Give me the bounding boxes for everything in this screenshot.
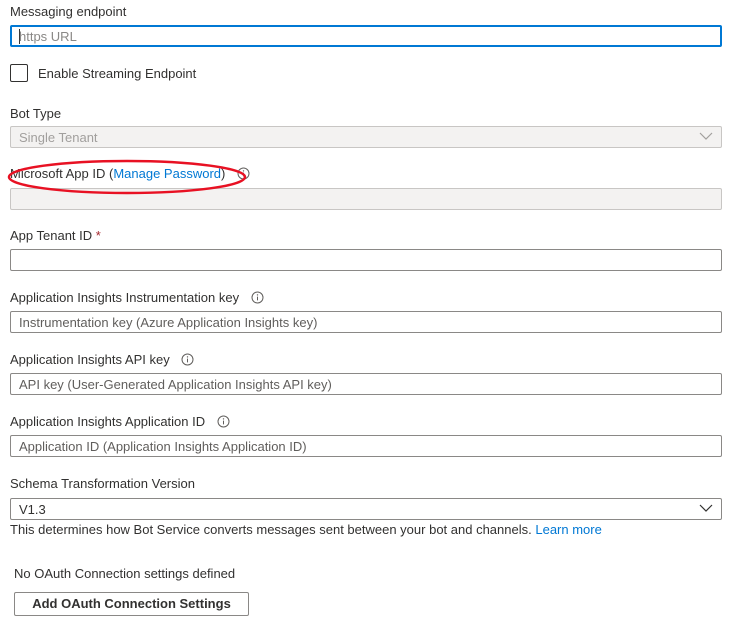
app-id-label-row: Microsoft App ID (Manage Password): [10, 166, 250, 181]
bot-type-dropdown[interactable]: Single Tenant: [10, 126, 722, 148]
tenant-id-input[interactable]: [10, 249, 722, 271]
tenant-id-label: App Tenant ID: [10, 228, 93, 243]
app-id-input[interactable]: [10, 188, 722, 210]
schema-value: V1.3: [19, 502, 46, 517]
insights-app-id-label: Application Insights Application ID: [10, 414, 206, 429]
insights-app-id-input[interactable]: Application ID (Application Insights App…: [10, 435, 722, 457]
schema-label: Schema Transformation Version: [10, 476, 195, 491]
required-asterisk: *: [95, 228, 101, 243]
insights-app-id-label-row: Application Insights Application ID: [10, 414, 230, 429]
paren-close: ): [221, 166, 226, 181]
info-icon[interactable]: [251, 291, 264, 304]
insights-key-label-row: Application Insights Instrumentation key: [10, 290, 264, 305]
bot-type-label: Bot Type: [10, 106, 62, 121]
schema-dropdown[interactable]: V1.3: [10, 498, 722, 520]
chevron-down-icon: [699, 504, 713, 512]
tenant-id-label-row: App Tenant ID *: [10, 228, 101, 243]
insights-key-input[interactable]: Instrumentation key (Azure Application I…: [10, 311, 722, 333]
manage-password-link[interactable]: Manage Password: [113, 166, 221, 181]
schema-help-text: This determines how Bot Service converts…: [10, 522, 532, 537]
insights-app-id-placeholder: Application ID (Application Insights App…: [19, 439, 307, 454]
app-id-label: Microsoft App ID: [10, 166, 106, 181]
streaming-endpoint-checkbox[interactable]: [10, 64, 28, 82]
insights-key-placeholder: Instrumentation key (Azure Application I…: [19, 315, 318, 330]
insights-api-key-label: Application Insights API key: [10, 352, 170, 367]
info-icon[interactable]: [237, 167, 250, 180]
bot-type-value: Single Tenant: [19, 130, 98, 145]
streaming-endpoint-label[interactable]: Enable Streaming Endpoint: [38, 66, 196, 81]
insights-api-key-input[interactable]: API key (User-Generated Application Insi…: [10, 373, 722, 395]
oauth-empty-text: No OAuth Connection settings defined: [14, 566, 236, 581]
info-icon[interactable]: [217, 415, 230, 428]
messaging-endpoint-placeholder: https URL: [19, 29, 77, 44]
chevron-down-icon: [699, 132, 713, 140]
messaging-endpoint-input[interactable]: https URL: [10, 25, 722, 47]
add-oauth-connection-button[interactable]: Add OAuth Connection Settings: [14, 592, 249, 616]
insights-key-label: Application Insights Instrumentation key: [10, 290, 240, 305]
info-icon[interactable]: [181, 353, 194, 366]
learn-more-link[interactable]: Learn more: [535, 522, 601, 537]
messaging-endpoint-label: Messaging endpoint: [10, 4, 127, 19]
insights-api-key-label-row: Application Insights API key: [10, 352, 194, 367]
insights-api-key-placeholder: API key (User-Generated Application Insi…: [19, 377, 332, 392]
schema-help-row: This determines how Bot Service converts…: [10, 522, 602, 537]
